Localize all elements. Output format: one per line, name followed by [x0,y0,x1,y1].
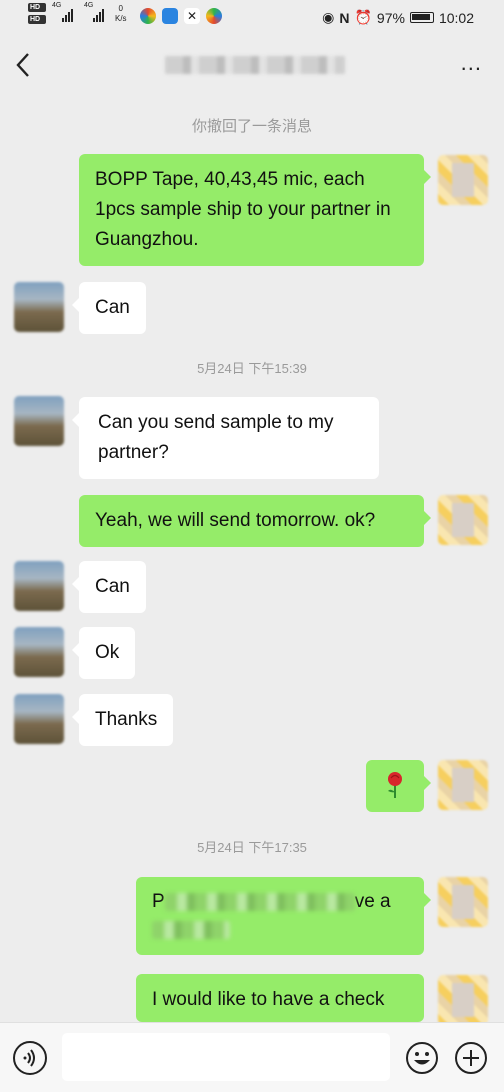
message-bubble-outgoing[interactable]: Yeah, we will send tomorrow. ok? [79,495,431,547]
rose-emoji-icon [384,770,406,800]
chat-title [165,56,345,74]
message-bubble-incoming[interactable]: Can [72,561,146,613]
timestamp: 5月24日 下午17:35 [197,840,307,855]
network-type-1: 4G [52,2,62,9]
avatar[interactable] [438,760,488,810]
avatar[interactable] [14,561,64,611]
avatar[interactable] [14,396,64,446]
network-speed: 0 K/s [115,4,127,23]
message-text-start: P [152,891,165,912]
battery-icon [409,12,434,23]
message-bubble-incoming[interactable]: Can [72,282,146,334]
app-notification-icon [162,8,178,24]
clock: 10:02 [438,9,474,26]
avatar[interactable] [438,495,488,545]
avatar[interactable] [14,282,64,332]
app-notification-icon: ✕ [184,8,200,24]
avatar[interactable] [438,975,488,1025]
chat-header: ... [0,36,504,100]
app-notification-icon [206,8,222,24]
smiley-icon[interactable] [405,1041,439,1075]
nfc-icon: N [339,9,350,26]
message-bubble-outgoing[interactable] [366,760,431,812]
signal-icon-2 [93,8,104,22]
message-bubble-outgoing[interactable]: Pve a [136,877,431,955]
notification-icons: ✕ [140,8,222,24]
voice-icon[interactable] [13,1041,47,1075]
battery-percent: 97% [376,9,405,26]
avatar[interactable] [438,877,488,927]
eye-icon: ◉ [322,9,335,25]
avatar[interactable] [438,155,488,205]
plus-icon[interactable] [454,1041,488,1075]
status-bar: HD HD 4G 4G 0 K/s ✕ ◉ N ⏰ 97% 10:02 [0,0,504,36]
message-bubble-outgoing[interactable]: I would like to have a check [136,974,424,1022]
message-bubble-outgoing[interactable]: BOPP Tape, 40,43,45 mic, each 1pcs sampl… [79,154,431,266]
network-type-2: 4G [84,2,94,9]
redacted-text [152,920,230,939]
status-right: ◉ N ⏰ 97% 10:02 [322,9,474,26]
message-input[interactable] [62,1033,390,1081]
hd-indicator: HD HD [28,3,46,29]
recall-notice: 你撤回了一条消息 [191,118,312,135]
alarm-icon: ⏰ [354,9,372,25]
redacted-text [164,892,355,911]
input-bar [0,1022,504,1092]
signal-icon [62,8,73,22]
avatar[interactable] [14,627,64,677]
app-notification-icon [140,8,156,24]
message-bubble-incoming[interactable]: Thanks [71,694,174,746]
message-bubble-incoming[interactable]: Can you send sample to my partner? [72,397,379,479]
timestamp: 5月24日 下午15:39 [197,361,307,376]
back-icon[interactable] [12,48,42,82]
more-options-icon[interactable]: ... [461,50,482,76]
avatar[interactable] [14,694,64,744]
message-text-end: ve a [354,891,391,912]
message-bubble-incoming[interactable]: Ok [71,627,136,679]
